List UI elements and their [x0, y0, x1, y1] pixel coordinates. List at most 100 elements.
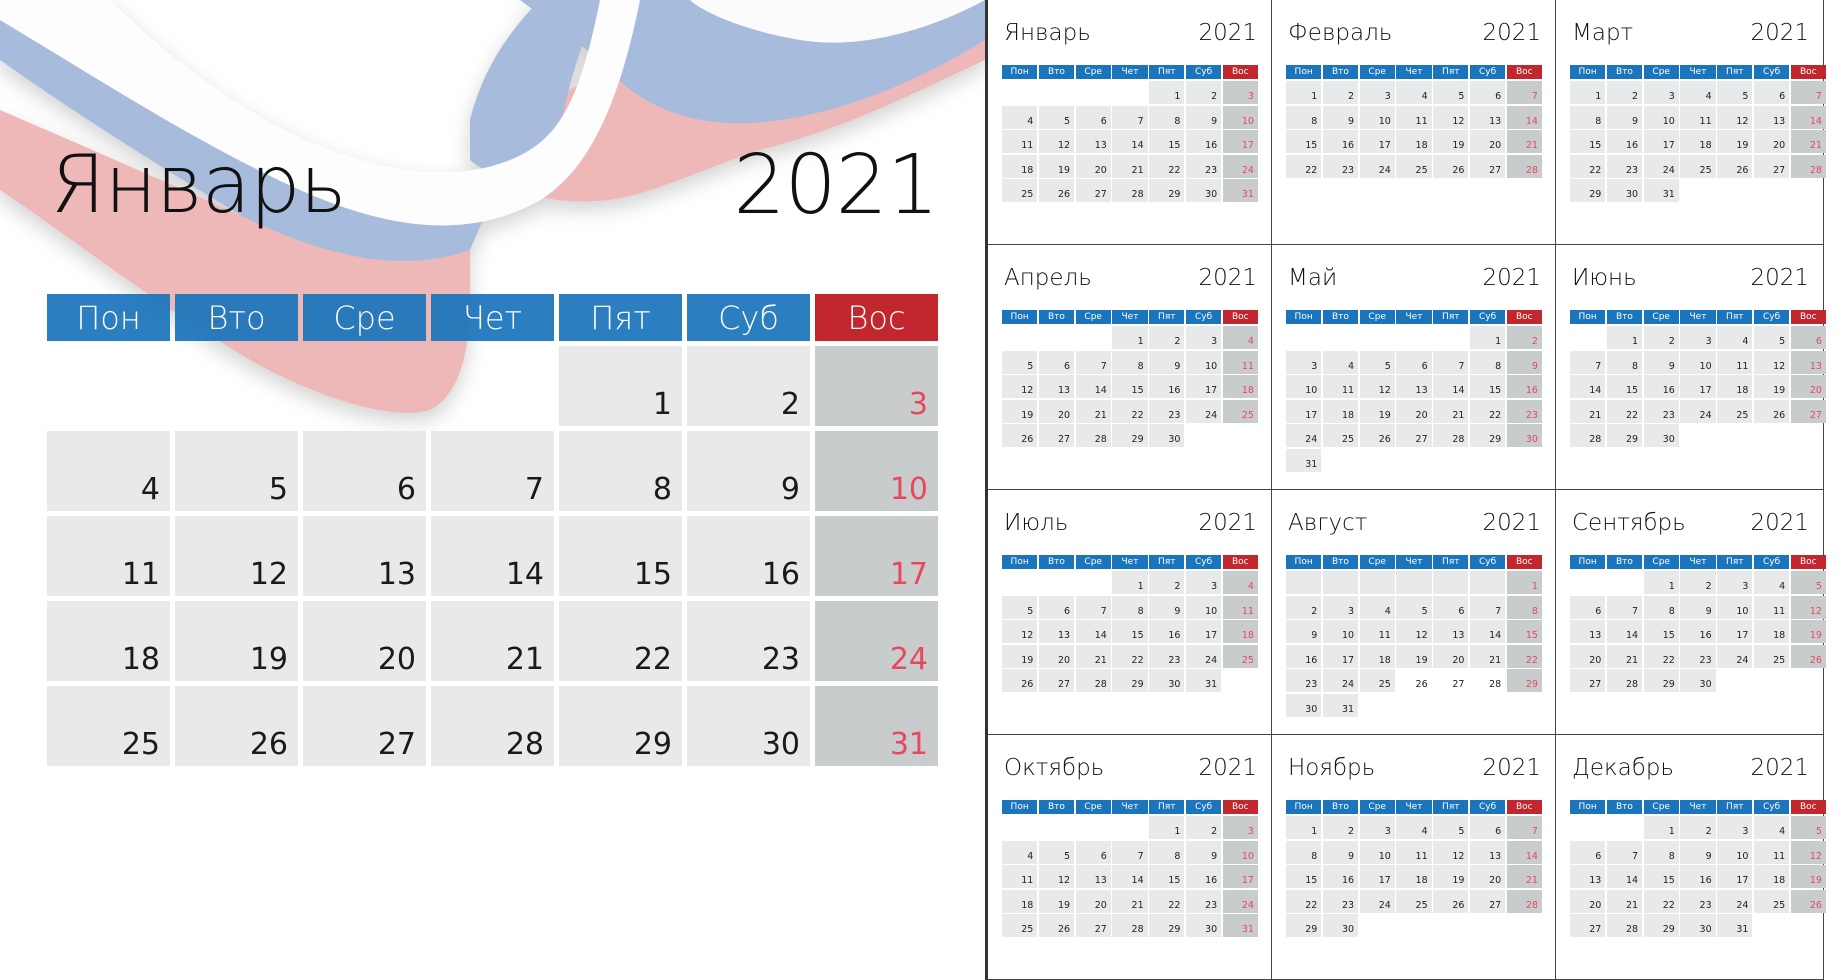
day-cell[interactable]: 20: [1469, 130, 1506, 153]
day-cell[interactable]: 23: [1506, 399, 1542, 423]
day-cell[interactable]: 30: [1185, 914, 1222, 937]
day-cell[interactable]: 28: [1075, 424, 1111, 447]
day-cell[interactable]: 21: [1570, 399, 1606, 423]
day-cell[interactable]: 20: [1469, 865, 1506, 888]
day-cell[interactable]: 25: [1222, 644, 1258, 668]
day-cell[interactable]: 29: [559, 686, 682, 766]
day-cell[interactable]: 30: [1185, 179, 1222, 202]
day-cell[interactable]: 18: [1717, 375, 1753, 398]
day-cell[interactable]: 5: [1753, 326, 1790, 349]
day-cell[interactable]: 21: [1506, 865, 1542, 888]
day-cell[interactable]: 12: [1002, 375, 1038, 398]
day-cell[interactable]: 5: [175, 431, 298, 511]
day-cell[interactable]: 3: [1680, 326, 1716, 349]
day-cell[interactable]: 14: [1112, 865, 1148, 888]
day-cell[interactable]: 21: [1506, 130, 1542, 153]
day-cell[interactable]: 8: [1149, 105, 1185, 129]
day-cell[interactable]: 17: [1643, 130, 1679, 153]
day-cell[interactable]: 31: [1322, 693, 1359, 717]
day-cell[interactable]: 16: [1606, 130, 1643, 153]
day-cell[interactable]: 6: [1570, 595, 1606, 619]
day-cell[interactable]: 23: [1643, 399, 1679, 423]
day-cell[interactable]: 21: [1112, 154, 1148, 178]
day-cell[interactable]: 5: [1433, 816, 1469, 839]
day-cell[interactable]: 1: [1286, 816, 1322, 839]
day-cell[interactable]: 4: [1002, 840, 1038, 864]
day-cell[interactable]: 27: [1570, 669, 1606, 692]
day-cell[interactable]: 19: [1038, 889, 1075, 913]
day-cell[interactable]: 2: [687, 346, 810, 426]
day-cell[interactable]: 16: [1185, 865, 1222, 888]
day-cell[interactable]: 4: [1222, 326, 1258, 349]
day-cell[interactable]: 23: [1149, 644, 1185, 668]
day-cell[interactable]: 10: [1359, 105, 1395, 129]
day-cell[interactable]: 25: [1396, 154, 1432, 178]
day-cell[interactable]: 21: [1075, 399, 1111, 423]
day-cell[interactable]: 24: [1717, 644, 1753, 668]
day-cell[interactable]: 1: [1112, 571, 1148, 594]
day-cell[interactable]: 13: [1753, 105, 1790, 129]
day-cell[interactable]: 4: [1002, 105, 1038, 129]
day-cell[interactable]: 5: [1038, 840, 1075, 864]
day-cell[interactable]: 5: [1790, 816, 1826, 839]
day-cell[interactable]: 3: [1643, 81, 1679, 104]
day-cell[interactable]: 9: [1322, 105, 1359, 129]
day-cell[interactable]: 29: [1112, 669, 1148, 692]
day-cell[interactable]: 14: [1606, 620, 1643, 643]
day-cell[interactable]: 16: [1506, 375, 1542, 398]
day-cell[interactable]: 11: [1396, 105, 1432, 129]
day-cell[interactable]: 24: [1286, 424, 1322, 447]
day-cell[interactable]: 23: [1606, 154, 1643, 178]
day-cell[interactable]: 2: [1286, 595, 1322, 619]
day-cell[interactable]: 29: [1149, 914, 1185, 937]
day-cell[interactable]: 8: [1469, 350, 1506, 374]
day-cell[interactable]: 14: [1606, 865, 1643, 888]
day-cell[interactable]: 7: [1469, 595, 1506, 619]
day-cell[interactable]: 26: [175, 686, 298, 766]
day-cell[interactable]: 4: [1396, 816, 1432, 839]
day-cell[interactable]: 29: [1570, 179, 1606, 202]
day-cell[interactable]: 26: [1790, 644, 1826, 668]
day-cell[interactable]: 27: [1038, 669, 1075, 692]
day-cell[interactable]: 12: [1038, 130, 1075, 153]
day-cell[interactable]: 15: [1643, 620, 1679, 643]
day-cell[interactable]: 9: [1149, 350, 1185, 374]
day-cell[interactable]: 3: [1222, 816, 1258, 839]
day-cell[interactable]: 22: [1570, 154, 1606, 178]
day-cell[interactable]: 25: [1359, 669, 1395, 692]
day-cell[interactable]: 25: [1680, 154, 1716, 178]
day-cell[interactable]: 29: [1112, 424, 1148, 447]
day-cell[interactable]: 24: [815, 601, 938, 681]
day-cell[interactable]: 22: [1469, 399, 1506, 423]
day-cell[interactable]: 1: [1149, 816, 1185, 839]
day-cell[interactable]: 30: [1149, 424, 1185, 447]
day-cell[interactable]: 5: [1790, 571, 1826, 594]
day-cell[interactable]: 19: [175, 601, 298, 681]
day-cell[interactable]: 5: [1359, 350, 1395, 374]
day-cell[interactable]: 28: [1506, 154, 1542, 178]
day-cell[interactable]: 18: [1753, 865, 1790, 888]
day-cell[interactable]: 2: [1149, 571, 1185, 594]
day-cell[interactable]: 19: [1433, 130, 1469, 153]
day-cell[interactable]: 12: [1396, 620, 1432, 643]
day-cell[interactable]: 8: [1112, 595, 1148, 619]
day-cell[interactable]: 13: [1038, 375, 1075, 398]
day-cell[interactable]: 21: [1469, 644, 1506, 668]
day-cell[interactable]: 3: [815, 346, 938, 426]
day-cell[interactable]: 13: [1790, 350, 1826, 374]
day-cell[interactable]: 22: [1112, 644, 1148, 668]
day-cell[interactable]: 26: [1396, 669, 1431, 692]
day-cell[interactable]: 28: [1506, 889, 1542, 913]
day-cell[interactable]: 24: [1359, 889, 1395, 913]
day-cell[interactable]: 6: [303, 431, 426, 511]
day-cell[interactable]: 9: [1680, 595, 1716, 619]
day-cell[interactable]: 22: [1149, 154, 1185, 178]
day-cell[interactable]: 17: [1185, 375, 1222, 398]
day-cell[interactable]: 8: [1506, 595, 1542, 619]
day-cell[interactable]: 16: [1680, 620, 1716, 643]
day-cell[interactable]: 15: [1506, 620, 1542, 643]
day-cell[interactable]: 31: [1717, 914, 1753, 937]
day-cell[interactable]: 1: [1506, 571, 1542, 594]
day-cell[interactable]: 30: [1286, 693, 1322, 717]
day-cell[interactable]: 2: [1149, 326, 1185, 349]
